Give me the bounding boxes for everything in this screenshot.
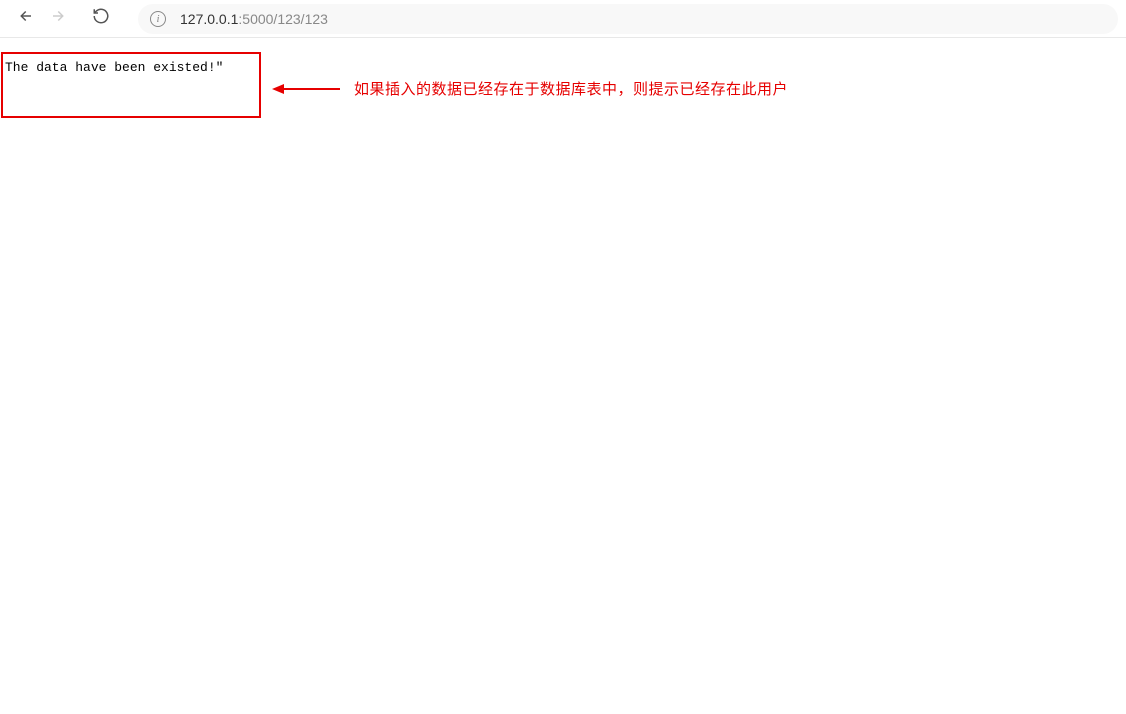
annotation-text: 如果插入的数据已经存在于数据库表中，则提示已经存在此用户	[354, 78, 788, 99]
arrow-left-icon	[16, 7, 34, 30]
message-text: The data have been existed!"	[5, 60, 223, 75]
url-host: 127.0.0.1	[180, 11, 238, 27]
url-text: 127.0.0.1:5000/123/123	[180, 11, 328, 27]
annotation: 如果插入的数据已经存在于数据库表中，则提示已经存在此用户	[272, 78, 788, 99]
reload-icon	[92, 7, 110, 30]
info-icon: i	[150, 11, 166, 27]
arrow-left-icon	[272, 81, 340, 97]
browser-toolbar: i 127.0.0.1:5000/123/123	[0, 0, 1126, 38]
url-path: :5000/123/123	[238, 11, 328, 27]
forward-button[interactable]	[42, 3, 76, 35]
address-bar[interactable]: i 127.0.0.1:5000/123/123	[138, 4, 1118, 34]
message-highlight-box: The data have been existed!"	[1, 52, 261, 118]
reload-button[interactable]	[84, 3, 118, 35]
arrow-right-icon	[50, 7, 68, 30]
back-button[interactable]	[8, 3, 42, 35]
content-area: The data have been existed!" 如果插入的数据已经存在…	[0, 38, 1126, 46]
